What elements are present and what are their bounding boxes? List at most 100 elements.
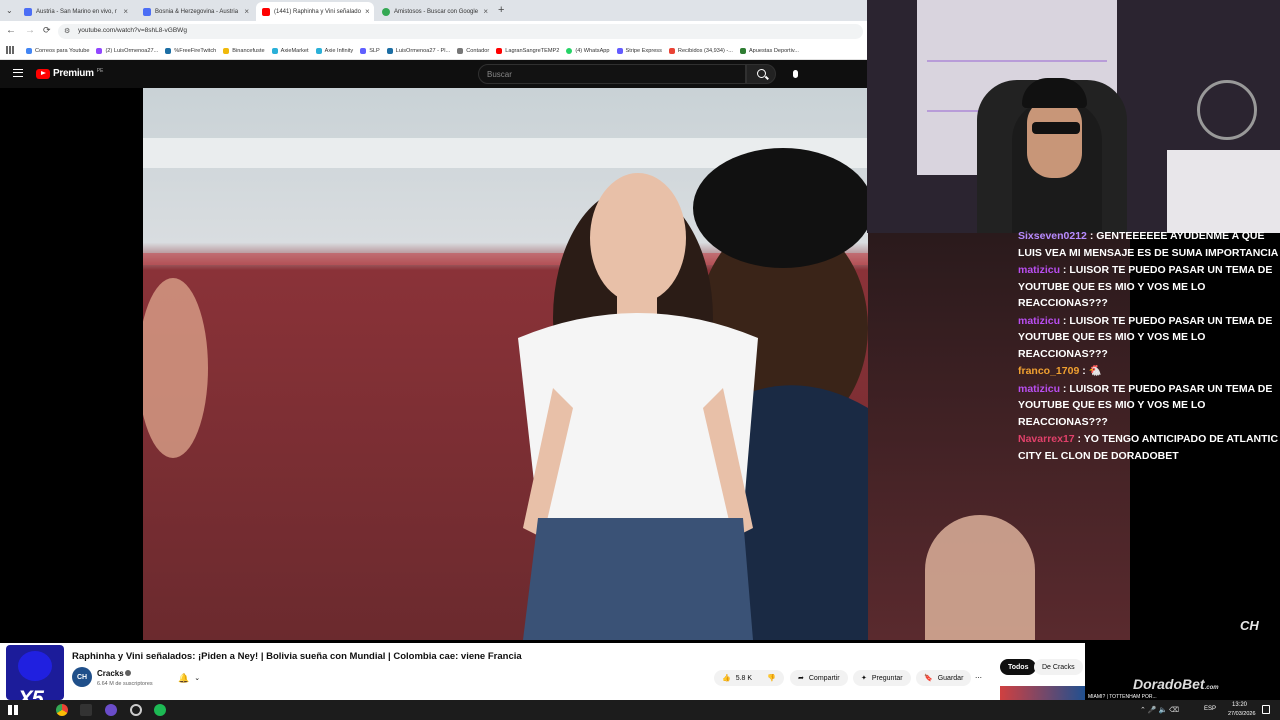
youtube-play-icon bbox=[36, 68, 50, 79]
logo-country: PE bbox=[96, 68, 104, 74]
bell-icon: 🔔 bbox=[178, 672, 190, 683]
shelf-line bbox=[927, 60, 1107, 62]
bookmark-item[interactable]: LuisOrmenoa27 - Pl... bbox=[386, 47, 450, 54]
chat-username: Sixseven0212 bbox=[1018, 230, 1087, 242]
share-label: Compartir bbox=[808, 674, 840, 682]
menu-icon[interactable] bbox=[13, 69, 23, 77]
clock-time[interactable]: 13:20 bbox=[1232, 702, 1247, 708]
more-options-button[interactable]: ⋯ bbox=[973, 670, 984, 686]
chat-username: matizicu bbox=[1018, 264, 1061, 276]
share-button[interactable]: ➦ Compartir bbox=[790, 670, 848, 686]
tab-title: Amistosos - Buscar con Google bbox=[394, 8, 479, 15]
bookmark-item[interactable]: Contador bbox=[457, 47, 489, 54]
tab-favicon bbox=[24, 7, 32, 16]
bookmark-item[interactable]: Stripe Express bbox=[616, 47, 662, 54]
bookmark-item[interactable]: (2) LuisOrmenoa27... bbox=[96, 47, 158, 54]
search-button[interactable] bbox=[746, 64, 776, 84]
stream-chat: Sixseven0212 : GENTEEEEEE AYUDENME A QUE… bbox=[1018, 228, 1280, 465]
language-indicator[interactable]: ESP bbox=[1204, 706, 1216, 712]
close-icon[interactable]: × bbox=[365, 7, 370, 16]
search-input[interactable]: Buscar bbox=[478, 64, 746, 84]
bookmark-item[interactable]: SLP bbox=[360, 47, 380, 54]
back-icon[interactable]: ← bbox=[6, 25, 16, 36]
subscriber-count: 6.64 M de suscriptores bbox=[97, 681, 153, 687]
close-icon[interactable]: × bbox=[244, 7, 249, 16]
windows-start-icon[interactable] bbox=[8, 705, 18, 715]
sponsor-name: DoradoBet bbox=[1133, 676, 1205, 692]
bookmark-item[interactable]: %FreeFireTwitch bbox=[165, 47, 216, 54]
clock-date[interactable]: 27/03/2026 bbox=[1228, 711, 1256, 717]
logo-text: Premium bbox=[53, 68, 94, 79]
chip-channel[interactable]: De Cracks bbox=[1034, 659, 1083, 675]
spotify-icon[interactable] bbox=[154, 704, 166, 716]
apps-icon[interactable] bbox=[6, 46, 14, 54]
up-next-thumbnail[interactable] bbox=[1000, 686, 1085, 700]
chat-message: Navarrex17 : YO TENGO ANTICIPADO DE ATLA… bbox=[1018, 433, 1279, 462]
microphone-icon[interactable] bbox=[786, 66, 804, 82]
chat-username: matizicu bbox=[1018, 314, 1061, 327]
obs-icon[interactable] bbox=[105, 704, 117, 716]
thumbs-down-icon[interactable]: 👎 bbox=[767, 674, 776, 682]
bookmark-item[interactable]: Recibidos (34,934) -... bbox=[668, 47, 733, 54]
chip-label: De Cracks bbox=[1042, 663, 1075, 671]
google-favicon bbox=[382, 7, 390, 16]
ask-button[interactable]: ✦ Preguntar bbox=[853, 670, 911, 686]
chat-message: matizicu : LUISOR TE PUEDO PASAR UN TEMA… bbox=[1018, 264, 1273, 309]
chat-username: Navarrex17 bbox=[1018, 433, 1075, 445]
video-frame bbox=[143, 88, 868, 640]
chip-label: Todos bbox=[1008, 663, 1029, 671]
chip-all[interactable]: Todos bbox=[1000, 659, 1037, 675]
taskbar-app-icon[interactable] bbox=[130, 704, 142, 716]
forward-icon[interactable]: → bbox=[25, 25, 35, 36]
system-tray[interactable]: ⌃ 🎤 🔈 ⌫ bbox=[1140, 706, 1200, 714]
streamer-webcam bbox=[867, 0, 1280, 233]
browser-tab[interactable]: Amistosos - Buscar con Google × bbox=[376, 2, 494, 21]
channel-name[interactable]: Cracks bbox=[97, 669, 124, 678]
channel-avatar[interactable]: CH bbox=[72, 667, 92, 687]
chat-message: Sixseven0212 : GENTEEEEEE AYUDENME A QUE… bbox=[1018, 230, 1279, 259]
sponsor-logo: DoradoBet.com bbox=[1133, 676, 1219, 692]
url-field[interactable]: youtube.com/watch?v=8shL8-vGBWg bbox=[58, 24, 863, 39]
youtube-logo[interactable]: Premium PE bbox=[36, 68, 103, 79]
notifications-icon[interactable] bbox=[1262, 705, 1270, 714]
close-icon[interactable]: × bbox=[483, 7, 488, 16]
bookmark-item[interactable]: (4) WhatsApp bbox=[566, 47, 610, 54]
sparkle-icon: ✦ bbox=[861, 675, 867, 682]
save-button[interactable]: 🔖 Guardar bbox=[916, 670, 972, 686]
browser-tab[interactable]: Austria - San Marino en vivo, r × bbox=[18, 2, 134, 21]
chrome-icon[interactable] bbox=[56, 704, 68, 716]
chevron-down-icon: ⌄ bbox=[194, 675, 201, 682]
chat-message: matizicu : LUISOR TE PUEDO PASAR UN TEMA… bbox=[1018, 314, 1273, 360]
chat-message: matizicu : LUISOR TE PUEDO PASAR UN TEMA… bbox=[1018, 382, 1273, 428]
bookmark-item[interactable]: LagranSangreTEMP2 bbox=[496, 47, 559, 54]
bookmark-item[interactable]: Correos para Youtube bbox=[26, 47, 89, 54]
chat-message: franco_1709 : 🐔 bbox=[1018, 365, 1102, 377]
tab-title: (1441) Raphinha y Vini señalado bbox=[274, 8, 361, 15]
taskbar: ⌃ 🎤 🔈 ⌫ ESP 13:20 27/03/2026 bbox=[0, 700, 1280, 720]
sponsor-suffix: .com bbox=[1204, 685, 1219, 691]
like-button[interactable]: 👍 5.8 K 👎 bbox=[714, 670, 784, 686]
bookmark-item[interactable]: Binancefuste bbox=[223, 47, 265, 54]
avatar-initials: CH bbox=[76, 673, 88, 681]
browser-tab[interactable]: Bosnia & Herzegovina - Austria × bbox=[137, 2, 255, 21]
bookmark-item[interactable]: AxieMarket bbox=[271, 47, 309, 54]
bookmark-icon: 🔖 bbox=[924, 675, 933, 682]
streamer-face bbox=[1027, 98, 1082, 178]
share-icon: ➦ bbox=[798, 675, 804, 682]
site-info-icon[interactable]: ⚙ bbox=[64, 27, 70, 35]
chat-username: matizicu bbox=[1018, 382, 1061, 395]
video-player[interactable]: CH bbox=[143, 88, 868, 640]
taskbar-app-icon[interactable] bbox=[80, 704, 92, 716]
fan-icon bbox=[1197, 80, 1257, 140]
notification-bell-button[interactable]: 🔔 ⌄ bbox=[170, 670, 208, 686]
browser-tab-active[interactable]: (1441) Raphinha y Vini señalado × bbox=[256, 2, 374, 21]
desk bbox=[1167, 150, 1280, 233]
tab-search-icon[interactable]: ⌄ bbox=[6, 6, 13, 15]
new-tab-icon[interactable]: + bbox=[498, 4, 504, 16]
bookmark-item[interactable]: Axie Infinity bbox=[315, 47, 353, 54]
tab-title: Austria - San Marino en vivo, r bbox=[36, 8, 117, 15]
bookmark-item[interactable]: Apuestas Deportiv... bbox=[739, 47, 799, 54]
close-icon[interactable]: × bbox=[123, 7, 128, 16]
reload-icon[interactable]: ⟳ bbox=[43, 25, 51, 36]
chat-text: 🐔 bbox=[1088, 365, 1102, 377]
